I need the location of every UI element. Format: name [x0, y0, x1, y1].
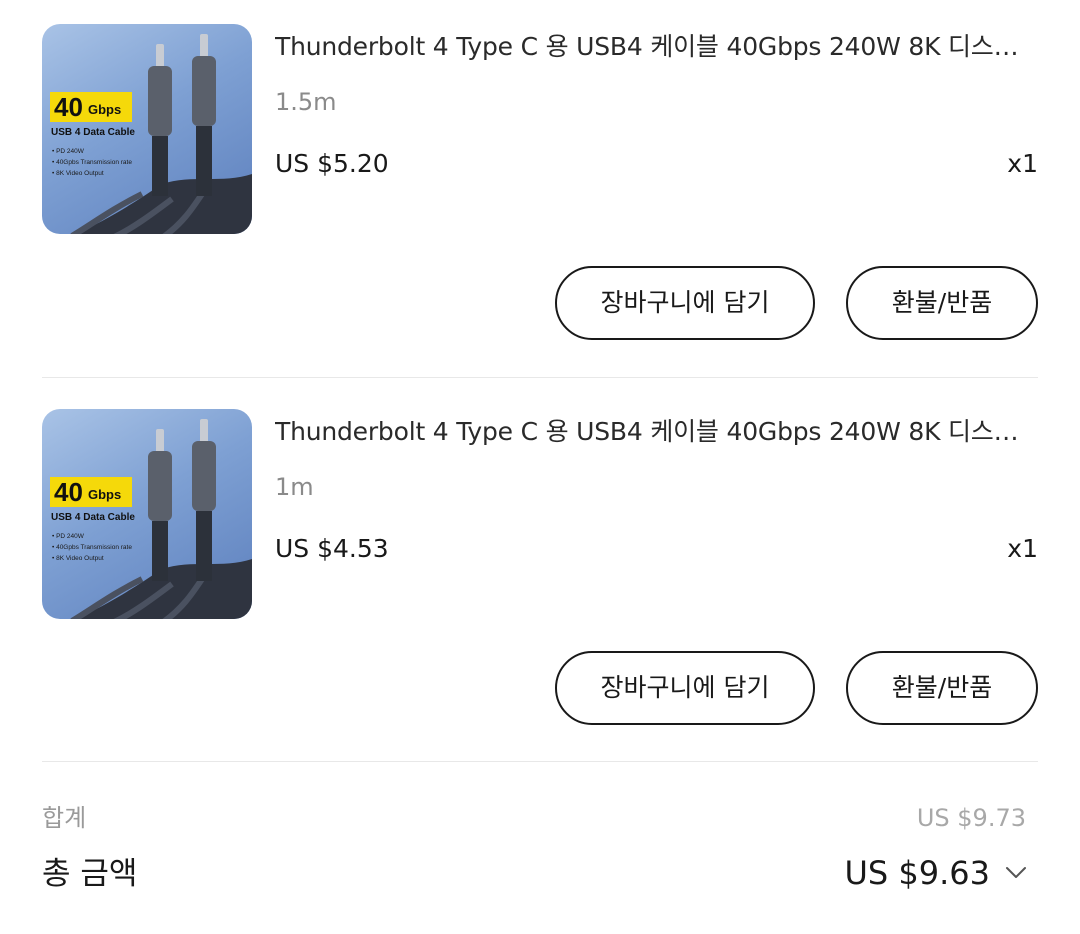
product-quantity: x1 [1007, 534, 1038, 563]
product-title[interactable]: Thunderbolt 4 Type C 용 USB4 케이블 40Gbps 2… [275, 30, 1030, 64]
product-variant: 1.5m [275, 88, 337, 116]
divider [42, 377, 1038, 378]
product-quantity: x1 [1007, 149, 1038, 178]
product-price: US $5.20 [275, 149, 389, 178]
product-thumbnail[interactable]: 40 Gbps USB 4 Data Cable • PD 240W • 40G… [42, 409, 252, 619]
total-value[interactable]: US $9.63 [844, 851, 990, 895]
thumb-heading: USB 4 Data Cable [51, 127, 135, 138]
subtotal-label: 합계 [42, 804, 87, 832]
add-to-cart-button[interactable]: 장바구니에 담기 [555, 651, 815, 725]
usb-cable-product-image: 40 Gbps USB 4 Data Cable • PD 240W • 40G… [50, 34, 252, 234]
thumb-speed-unit: Gbps [88, 102, 121, 117]
thumb-bullet: • 8K Video Output [52, 555, 104, 562]
thumb-heading: USB 4 Data Cable [51, 512, 135, 523]
usb-cable-product-image: 40 Gbps USB 4 Data Cable • PD 240W • 40G… [50, 419, 252, 619]
total-label: 총 금액 [42, 856, 138, 892]
product-price: US $4.53 [275, 534, 389, 563]
thumb-bullet: • 8K Video Output [52, 170, 104, 177]
product-variant: 1m [275, 473, 314, 501]
thumb-speed: 40 [54, 477, 83, 507]
thumb-speed: 40 [54, 92, 83, 122]
refund-return-button[interactable]: 환불/반품 [846, 266, 1038, 340]
add-to-cart-button[interactable]: 장바구니에 담기 [555, 266, 815, 340]
thumb-bullet: • PD 240W [52, 533, 85, 540]
product-thumbnail[interactable]: 40 Gbps USB 4 Data Cable • PD 240W • 40G… [42, 24, 252, 234]
thumb-bullet: • 40Gpbs Transmission rate [52, 159, 132, 166]
chevron-down-icon[interactable] [1002, 858, 1030, 886]
divider [42, 761, 1038, 762]
refund-return-button[interactable]: 환불/반품 [846, 651, 1038, 725]
subtotal-value: US $9.73 [916, 804, 1026, 832]
thumb-bullet: • PD 240W [52, 148, 85, 155]
product-title[interactable]: Thunderbolt 4 Type C 용 USB4 케이블 40Gbps 2… [275, 415, 1030, 449]
thumb-bullet: • 40Gpbs Transmission rate [52, 544, 132, 551]
thumb-speed-unit: Gbps [88, 487, 121, 502]
